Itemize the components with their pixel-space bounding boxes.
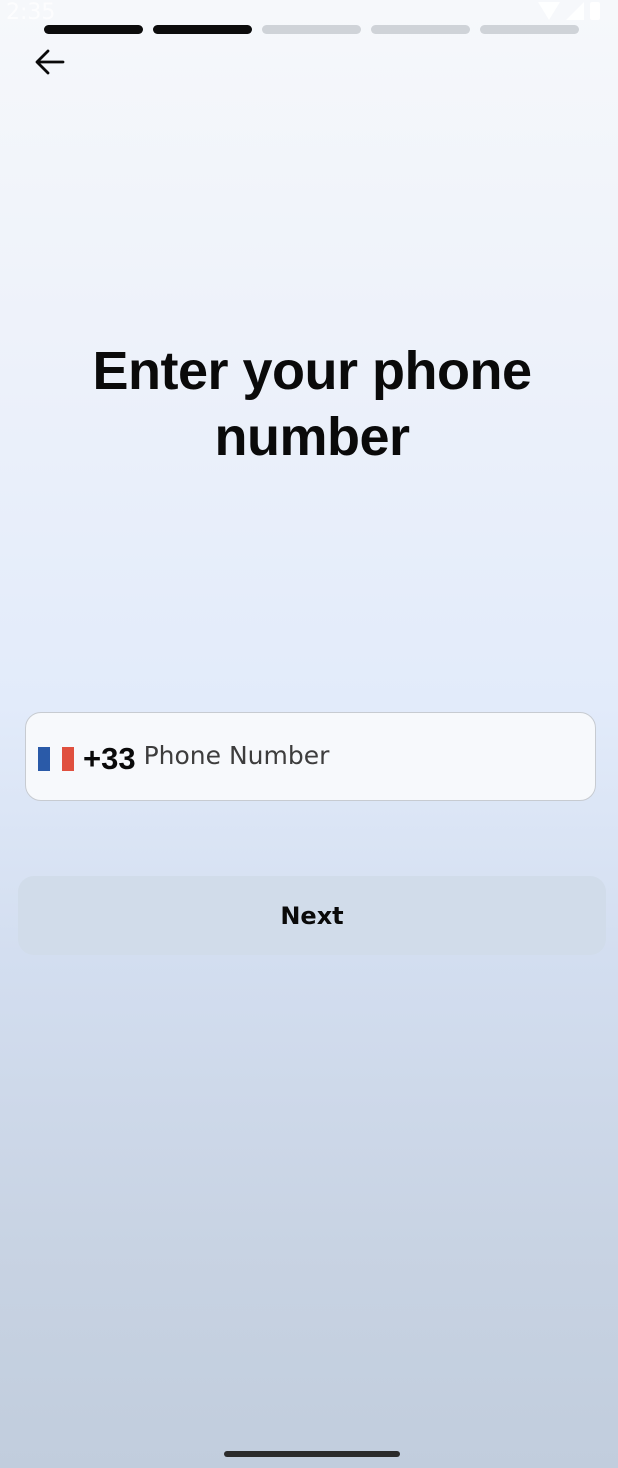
wifi-icon	[538, 2, 560, 20]
status-bar: 2:35	[0, 0, 618, 28]
status-icons	[538, 0, 600, 20]
phone-number-field[interactable]: +33	[25, 712, 596, 801]
page-title: Enter your phone number	[92, 341, 532, 467]
arrow-left-icon	[35, 49, 65, 75]
progress-segment	[262, 25, 361, 34]
progress-segment	[153, 25, 252, 34]
signal-icon	[566, 2, 584, 20]
battery-icon	[590, 2, 600, 20]
country-dial-code[interactable]: +33	[83, 741, 136, 777]
progress-segment	[371, 25, 470, 34]
home-indicator[interactable]	[224, 1451, 400, 1457]
back-button[interactable]	[26, 38, 74, 86]
phone-number-input[interactable]	[143, 741, 544, 770]
progress-segment	[44, 25, 143, 34]
france-flag-icon[interactable]	[38, 746, 74, 771]
status-time: 2:35	[6, 0, 56, 25]
next-button[interactable]: Next	[18, 876, 606, 955]
progress-segment	[480, 25, 579, 34]
onboarding-progress	[44, 25, 579, 34]
